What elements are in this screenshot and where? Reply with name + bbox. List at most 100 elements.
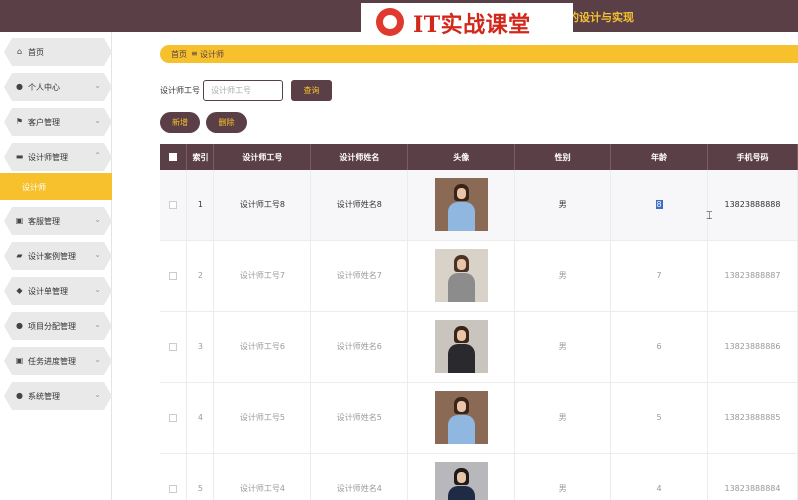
cell-id: 设计师工号4 <box>213 453 312 500</box>
cell-id: 设计师工号6 <box>213 311 312 383</box>
cell-id: 设计师工号5 <box>213 382 312 454</box>
sidebar-item-cases[interactable]: ▰ 设计案例管理 ⌄ <box>4 242 112 270</box>
watermark-logo: IT实战课堂 <box>361 3 573 43</box>
sidebar-item-support[interactable]: ▣ 客服管理 ⌄ <box>4 207 112 235</box>
sidebar-item-label: 客服管理 <box>28 217 60 226</box>
breadcrumb-current: 设计师 <box>200 50 224 59</box>
mouse-cursor-icon: ⌶ <box>706 209 713 222</box>
briefcase-icon: ▣ <box>15 216 24 225</box>
column-header-index: 索引 <box>186 144 215 170</box>
avatar <box>434 249 488 302</box>
cell-index: 4 <box>186 382 215 454</box>
cell-name: 设计师姓名8 <box>310 170 409 241</box>
sidebar-item-designers[interactable]: ▬ 设计师管理 ⌃ <box>4 143 112 171</box>
row-checkbox[interactable] <box>160 453 188 500</box>
chevron-down-icon: ⌄ <box>94 215 101 224</box>
sidebar-item-progress[interactable]: ▣ 任务进度管理 ⌄ <box>4 347 112 375</box>
cell-avatar <box>407 170 516 241</box>
row-checkbox[interactable] <box>160 170 188 241</box>
cell-index: 5 <box>186 453 215 500</box>
breadcrumb: 首页 ≡ 设计师 <box>160 45 798 63</box>
cell-gender: 男 <box>514 170 612 241</box>
briefcase-icon: ▣ <box>15 356 24 365</box>
row-checkbox[interactable] <box>160 311 188 383</box>
table-row[interactable]: 5 设计师工号4 设计师姓名4 男 4 13823888884 <box>160 453 798 500</box>
truck-icon: ▰ <box>16 251 23 260</box>
column-header-age: 年龄 <box>610 144 708 170</box>
sidebar-item-label: 设计单管理 <box>28 287 68 296</box>
avatar <box>434 462 488 500</box>
cell-gender: 男 <box>514 382 612 454</box>
sidebar-item-assignments[interactable]: ● 项目分配管理 ⌄ <box>4 312 112 340</box>
sidebar-item-label: 客户管理 <box>28 118 60 127</box>
sidebar-item-customers[interactable]: ⚑ 客户管理 ⌄ <box>4 108 112 136</box>
cell-id: 设计师工号8 <box>213 170 312 241</box>
add-button[interactable]: 新增 <box>160 112 200 133</box>
row-checkbox[interactable] <box>160 240 188 312</box>
table-row[interactable]: 3 设计师工号6 设计师姓名6 男 6 13823888886 <box>160 311 798 383</box>
system-title: 的设计与实现 <box>568 11 634 24</box>
pin-icon: ◆ <box>16 286 23 295</box>
flag-icon: ⚑ <box>15 117 24 126</box>
cell-id: 设计师工号7 <box>213 240 312 312</box>
breadcrumb-home[interactable]: 首页 <box>171 49 187 60</box>
user-icon: ● <box>16 321 23 330</box>
sidebar-item-label: 设计师管理 <box>28 153 68 162</box>
sidebar-item-home[interactable]: ⌂ 首页 <box>4 38 112 66</box>
sidebar-item-label: 项目分配管理 <box>28 322 76 331</box>
cell-gender: 男 <box>514 240 612 312</box>
query-button[interactable]: 查询 <box>291 80 332 101</box>
cell-phone: 13823888887 <box>707 240 798 312</box>
column-header-name: 设计师姓名 <box>310 144 409 170</box>
column-header-avatar: 头像 <box>407 144 516 170</box>
designer-table: 索引 设计师工号 设计师姓名 头像 性别 年龄 手机号码 1 设计师工号8 设计… <box>160 144 798 500</box>
chevron-down-icon: ⌄ <box>94 250 101 259</box>
column-header-gender: 性别 <box>514 144 612 170</box>
sidebar: ⌂ 首页 ● 个人中心 ⌄ ⚑ 客户管理 ⌄ ▬ 设计师管理 ⌃ 设计师 ▣ 客… <box>0 32 112 500</box>
row-checkbox[interactable] <box>160 382 188 454</box>
cell-gender: 男 <box>514 311 612 383</box>
cell-phone: 13823888885 <box>707 382 798 454</box>
table-row[interactable]: 2 设计师工号7 设计师姓名7 男 7 13823888887 <box>160 240 798 312</box>
chevron-down-icon: ⌄ <box>94 355 101 364</box>
sidebar-item-profile[interactable]: ● 个人中心 ⌄ <box>4 73 112 101</box>
cell-name: 设计师姓名6 <box>310 311 409 383</box>
cell-age: 7 <box>610 240 708 312</box>
sidebar-subitem-designer[interactable]: 设计师 <box>0 173 112 200</box>
cell-age: 4 <box>610 453 708 500</box>
cell-avatar <box>407 240 516 312</box>
home-icon: ⌂ <box>16 47 23 56</box>
table-header-row: 索引 设计师工号 设计师姓名 头像 性别 年龄 手机号码 <box>160 144 798 170</box>
sidebar-item-orders[interactable]: ◆ 设计单管理 ⌄ <box>4 277 112 305</box>
cell-name: 设计师姓名4 <box>310 453 409 500</box>
cell-index: 2 <box>186 240 215 312</box>
cell-index: 1 <box>186 170 215 241</box>
select-all-checkbox[interactable] <box>160 144 188 170</box>
sidebar-item-system[interactable]: ● 系统管理 ⌄ <box>4 382 112 410</box>
chevron-down-icon: ⌄ <box>94 81 101 90</box>
breadcrumb-separator-icon: ≡ <box>191 49 198 58</box>
search-label: 设计师工号 <box>160 86 200 95</box>
avatar <box>434 391 488 444</box>
cell-avatar <box>407 311 516 383</box>
cell-avatar <box>407 453 516 500</box>
cell-index: 3 <box>186 311 215 383</box>
table-row[interactable]: 1 设计师工号8 设计师姓名8 男 8 13823888888 <box>160 170 798 241</box>
cell-age-value: 8 <box>655 200 663 210</box>
cell-name: 设计师姓名7 <box>310 240 409 312</box>
cell-phone: 13823888888 <box>707 170 798 241</box>
sidebar-item-label: 首页 <box>28 48 44 57</box>
search-input[interactable] <box>203 80 283 101</box>
cell-age: 5 <box>610 382 708 454</box>
sidebar-item-label: 系统管理 <box>28 392 60 401</box>
sidebar-item-label: 个人中心 <box>28 83 60 92</box>
cell-avatar <box>407 382 516 454</box>
table-row[interactable]: 4 设计师工号5 设计师姓名5 男 5 13823888885 <box>160 382 798 454</box>
user-icon: ● <box>16 391 23 400</box>
chrome-logo-icon <box>376 8 404 36</box>
sidebar-item-label: 设计案例管理 <box>28 252 76 261</box>
delete-button[interactable]: 删除 <box>206 112 247 133</box>
avatar <box>434 178 488 232</box>
logo-text: IT实战课堂 <box>413 12 531 38</box>
column-header-id: 设计师工号 <box>213 144 312 170</box>
